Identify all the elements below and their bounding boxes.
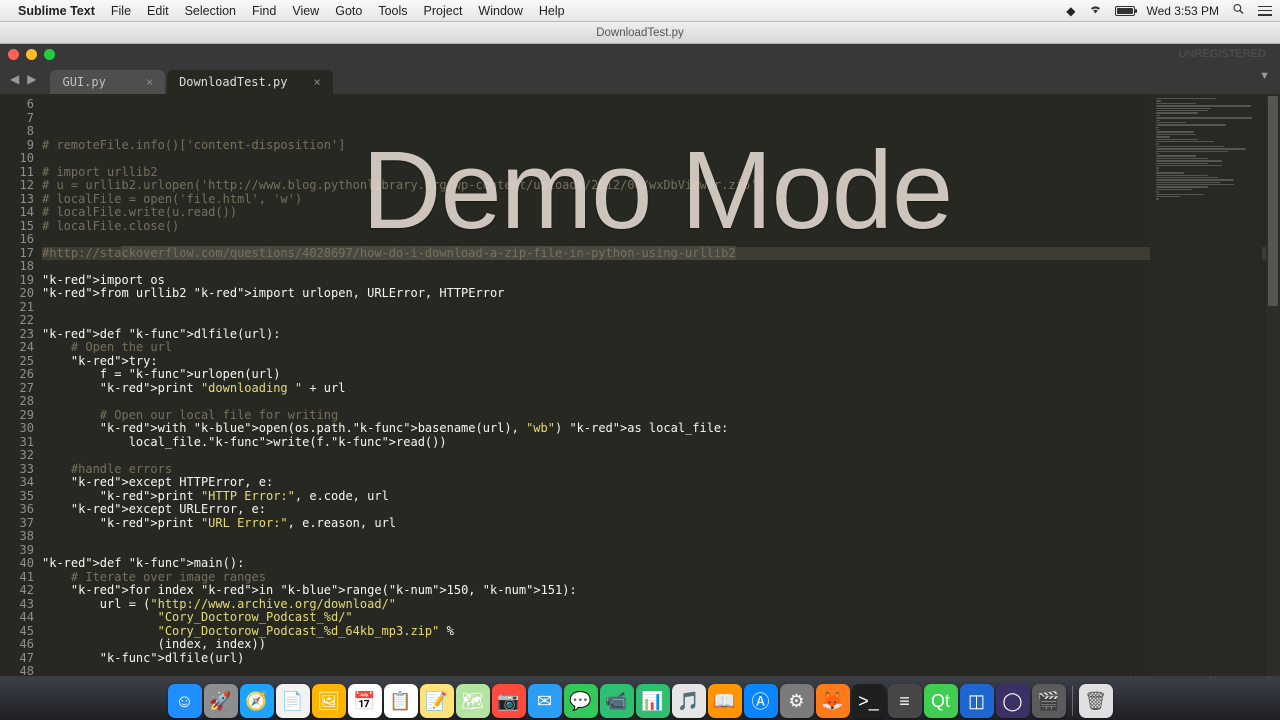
dock-preview-icon[interactable]: 🖼 [312, 684, 346, 718]
close-tab-icon[interactable]: × [146, 75, 153, 89]
dock-finder-icon[interactable]: ☺ [168, 684, 202, 718]
dock-reminders-icon[interactable]: 📋 [384, 684, 418, 718]
dock-qt-icon[interactable]: Qt [924, 684, 958, 718]
dock-eclipse-icon[interactable]: ◯ [996, 684, 1030, 718]
dock-trash-icon[interactable]: 🗑 [1079, 684, 1113, 718]
menubar-app-name[interactable]: Sublime Text [18, 4, 95, 18]
tab-dropdown-icon[interactable]: ▼ [1259, 70, 1270, 82]
dock-itunes-icon[interactable]: 🎵 [672, 684, 706, 718]
dock-safari-icon[interactable]: 🧭 [240, 684, 274, 718]
menu-file[interactable]: File [111, 4, 131, 18]
minimize-window-button[interactable] [26, 49, 37, 60]
minimap[interactable] [1150, 94, 1262, 676]
spotlight-icon[interactable] [1231, 3, 1246, 18]
code-area[interactable]: Demo Mode # remoteFile.info()['content-d… [42, 94, 1280, 676]
dock-numbers-icon[interactable]: 📊 [636, 684, 670, 718]
dock-photobooth-icon[interactable]: 📷 [492, 684, 526, 718]
battery-icon[interactable] [1115, 6, 1135, 16]
nav-forward-icon[interactable]: ▶ [23, 72, 40, 86]
menu-project[interactable]: Project [424, 4, 463, 18]
dock-launchpad-icon[interactable]: 🚀 [204, 684, 238, 718]
menu-goto[interactable]: Goto [335, 4, 362, 18]
tab-label: DownloadTest.py [179, 75, 287, 89]
menu-find[interactable]: Find [252, 4, 276, 18]
dock-sysprefs-icon[interactable]: ⚙ [780, 684, 814, 718]
line-number-gutter: 6789101112131415161718192021222324252627… [0, 94, 42, 676]
dock-maps-icon[interactable]: 🗺 [456, 684, 490, 718]
dock-notes-icon[interactable]: 📝 [420, 684, 454, 718]
dock-firefox-icon[interactable]: 🦊 [816, 684, 850, 718]
window-title: DownloadTest.py [596, 27, 684, 39]
tab-gui[interactable]: GUI.py × [50, 70, 165, 94]
dock-calendar-icon[interactable]: 📅 [348, 684, 382, 718]
dock-iterm-icon[interactable]: >_ [852, 684, 886, 718]
maximize-window-button[interactable] [44, 49, 55, 60]
dock-mail-icon[interactable]: ✉ [528, 684, 562, 718]
menu-selection[interactable]: Selection [185, 4, 236, 18]
close-tab-icon[interactable]: × [313, 75, 320, 89]
tab-bar: ◀ ▶ GUI.py × DownloadTest.py × ▼ [0, 64, 1280, 94]
macos-menubar: Sublime Text File Edit Selection Find Vi… [0, 0, 1280, 22]
window-title-bar: DownloadTest.py [0, 22, 1280, 44]
wifi-icon[interactable] [1088, 3, 1103, 18]
unregistered-label: UNREGISTERED [1179, 48, 1266, 60]
scrollbar[interactable] [1266, 94, 1280, 676]
hamburger-icon[interactable] [1258, 6, 1272, 16]
dock-ibooks-icon[interactable]: 📖 [708, 684, 742, 718]
dock-textedit-icon[interactable]: 📄 [276, 684, 310, 718]
nav-back-icon[interactable]: ◀ [6, 72, 23, 86]
code-editor[interactable]: 6789101112131415161718192021222324252627… [0, 94, 1280, 676]
scrollbar-thumb[interactable] [1268, 96, 1278, 306]
notification-icon[interactable]: ◆ [1066, 4, 1075, 18]
dock-facetime-icon[interactable]: 📹 [600, 684, 634, 718]
dock: ☺🚀🧭📄🖼📅📋📝🗺📷✉💬📹📊🎵📖Ⓐ⚙🦊>_≡Qt◫◯🎬 🗑 [0, 678, 1280, 720]
tab-downloadtest[interactable]: DownloadTest.py × [167, 70, 333, 94]
menu-edit[interactable]: Edit [147, 4, 169, 18]
dock-sublime-icon[interactable]: ≡ [888, 684, 922, 718]
menu-window[interactable]: Window [478, 4, 522, 18]
dock-separator [1072, 686, 1073, 716]
dock-imovie-icon[interactable]: 🎬 [1032, 684, 1066, 718]
dock-virtualbox-icon[interactable]: ◫ [960, 684, 994, 718]
tab-label: GUI.py [62, 75, 105, 89]
dock-appstore-icon[interactable]: Ⓐ [744, 684, 778, 718]
menubar-clock[interactable]: Wed 3:53 PM [1147, 4, 1219, 18]
menu-view[interactable]: View [292, 4, 319, 18]
menu-tools[interactable]: Tools [378, 4, 407, 18]
menu-help[interactable]: Help [539, 4, 565, 18]
sublime-chrome: UNREGISTERED [0, 44, 1280, 64]
dock-messages-icon[interactable]: 💬 [564, 684, 598, 718]
close-window-button[interactable] [8, 49, 19, 60]
